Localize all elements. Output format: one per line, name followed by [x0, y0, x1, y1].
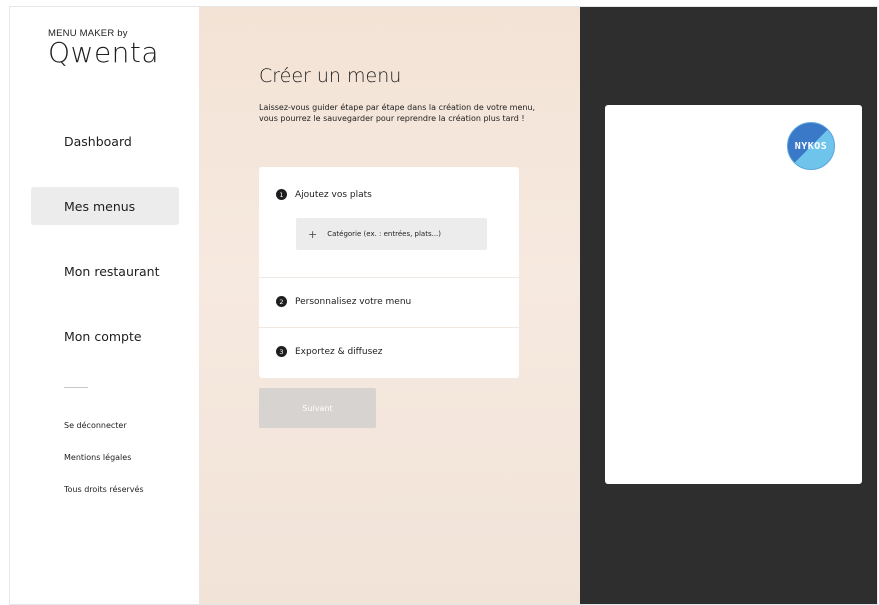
- steps-card: 1 Ajoutez vos plats + Catégorie (ex. : e…: [259, 167, 519, 378]
- sidebar: MENU MAKER by Qwenta Dashboard Mes menus…: [10, 7, 199, 604]
- sidebar-item-label: Mon restaurant: [64, 263, 160, 279]
- step-number-badge: 2: [276, 296, 287, 307]
- app-frame: MENU MAKER by Qwenta Dashboard Mes menus…: [9, 6, 878, 605]
- step-divider: [259, 327, 519, 328]
- add-category-label: Catégorie (ex. : entrées, plats...): [327, 230, 442, 238]
- rights-reserved-link[interactable]: Tous droits réservés: [64, 485, 144, 494]
- step-customize-menu[interactable]: 2 Personnalisez votre menu: [276, 296, 411, 307]
- step-label: Personnalisez votre menu: [295, 296, 412, 307]
- restaurant-logo-text: NYKOS: [794, 140, 828, 152]
- sidebar-item-label: Dashboard: [64, 133, 132, 149]
- step-number-badge: 3: [276, 346, 287, 357]
- menu-preview-card: NYKOS: [605, 105, 862, 484]
- preview-panel: NYKOS: [580, 7, 877, 604]
- step-label: Ajoutez vos plats: [295, 189, 372, 200]
- sidebar-item-dashboard[interactable]: Dashboard: [31, 122, 179, 160]
- intro-text: Laissez-vous guider étape par étape dans…: [259, 103, 536, 123]
- restaurant-logo: NYKOS: [787, 122, 835, 170]
- plus-icon: +: [308, 227, 318, 241]
- next-button[interactable]: Suivant: [259, 388, 376, 428]
- step-add-dishes[interactable]: 1 Ajoutez vos plats: [276, 189, 372, 200]
- add-category-button[interactable]: + Catégorie (ex. : entrées, plats...): [296, 218, 487, 250]
- brand-logo[interactable]: Qwenta: [48, 39, 159, 67]
- sidebar-divider: [64, 387, 88, 388]
- sidebar-item-mon-compte[interactable]: Mon compte: [31, 317, 179, 355]
- sidebar-item-mes-menus[interactable]: Mes menus: [31, 187, 179, 225]
- step-divider: [259, 277, 519, 278]
- page-title: Créer un menu: [259, 65, 402, 87]
- logout-link[interactable]: Se déconnecter: [64, 421, 127, 430]
- sidebar-item-mon-restaurant[interactable]: Mon restaurant: [31, 252, 179, 290]
- sidebar-item-label: Mes menus: [64, 198, 136, 214]
- menu-creation-panel: Créer un menu Laissez-vous guider étape …: [199, 7, 580, 604]
- legal-notice-link[interactable]: Mentions légales: [64, 453, 131, 462]
- step-export-share[interactable]: 3 Exportez & diffusez: [276, 346, 383, 357]
- sidebar-item-label: Mon compte: [64, 328, 142, 344]
- step-number-badge: 1: [276, 189, 287, 200]
- step-label: Exportez & diffusez: [295, 346, 383, 357]
